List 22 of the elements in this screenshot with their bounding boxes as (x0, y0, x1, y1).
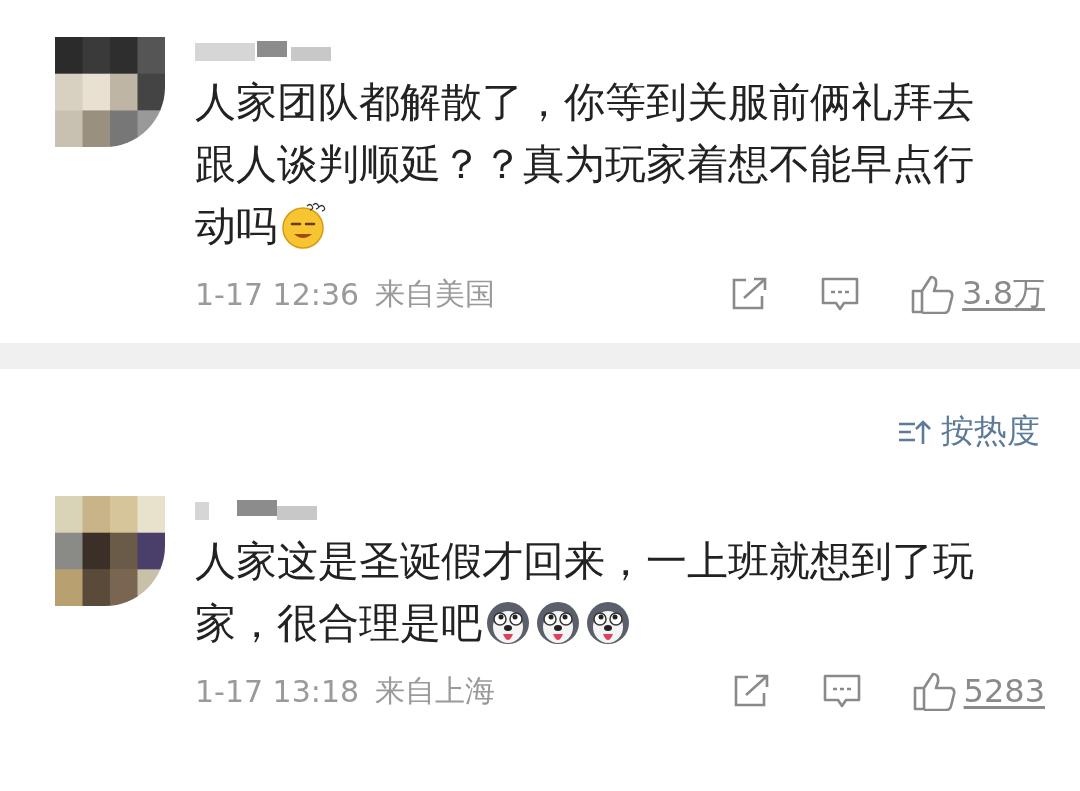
comment-text: 动吗 (195, 201, 277, 252)
comment-button[interactable] (821, 673, 862, 709)
comment-icon (821, 673, 862, 709)
comment-button[interactable] (820, 276, 861, 312)
thumbs-up-icon (911, 671, 956, 711)
comment-location: 来自美国 (375, 274, 496, 313)
smirk-emoji-icon (279, 202, 327, 250)
husky-emoji-icon (534, 599, 582, 647)
thumbs-up-icon (910, 274, 955, 314)
comment-text: 人家团队都解散了，你等到关服前俩礼拜去 (195, 77, 974, 128)
comment-text: 跟人谈判顺延？？真为玩家着想不能早点行 (195, 139, 974, 190)
comment-icon (820, 276, 861, 312)
comment-text: 人家这是圣诞假才回来，一上班就想到了玩 (195, 536, 974, 587)
comment-time: 1-17 13:18 (195, 673, 360, 709)
comment-text: 家，很合理是吧 (195, 598, 482, 649)
like-button[interactable]: 5283 (911, 671, 1045, 711)
sort-button[interactable]: 按热度 (897, 409, 1040, 454)
comment-time: 1-17 12:36 (195, 276, 360, 312)
husky-emoji-icon (484, 599, 532, 647)
like-button[interactable]: 3.8万 (910, 272, 1045, 316)
husky-emoji-icon (584, 599, 632, 647)
comment-location: 来自上海 (375, 671, 496, 710)
